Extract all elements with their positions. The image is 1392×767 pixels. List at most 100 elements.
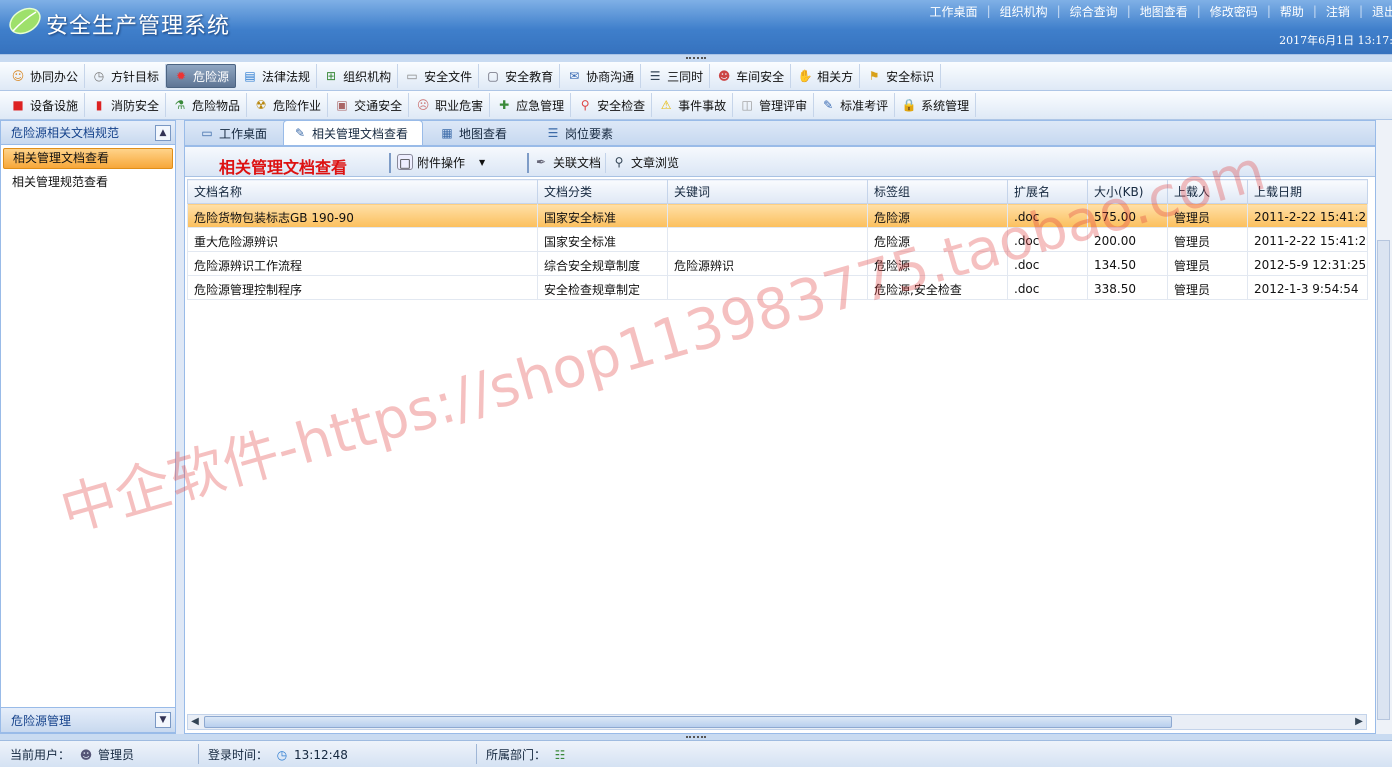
tab-2[interactable]: ▦ 地图查看 bbox=[431, 121, 521, 145]
table-row[interactable]: 重大危险源辨识 国家安全标准 危险源 .doc 200.00 管理员 2011-2-22 1… bbox=[187, 227, 1368, 252]
table-row[interactable]: 危险货物包装标志GB 190-90 国家安全标准 危险源 .doc 575.00 管理员 2… bbox=[187, 203, 1368, 228]
menu-item-menu_row1-2[interactable]: ✹ 危险源 bbox=[166, 64, 237, 88]
link-separator: | bbox=[986, 4, 991, 18]
menu-item-menu_row2-4[interactable]: ▣ 交通安全 bbox=[328, 93, 410, 117]
menu-item-menu_row2-3[interactable]: ☢ 危险作业 bbox=[247, 93, 329, 117]
warning-person-icon: ☢ bbox=[255, 98, 267, 112]
menu-item-menu_row1-5[interactable]: ▭ 安全文件 bbox=[398, 64, 480, 88]
menu-item-label: 相关方 bbox=[817, 69, 854, 84]
menu-item-menu_row2-0[interactable]: ■ 设备设施 bbox=[4, 93, 86, 117]
menu-item-menu_row2-8[interactable]: ⚠ 事件事故 bbox=[652, 93, 734, 117]
menu-item-menu_row1-9[interactable]: ☻ 车间安全 bbox=[710, 64, 792, 88]
vertical-scroll-thumb[interactable] bbox=[1377, 240, 1390, 720]
mail-icon: ✉ bbox=[569, 69, 580, 83]
menu-item-label: 安全标识 bbox=[886, 69, 935, 84]
sidebar-expand-button[interactable]: ▼ bbox=[155, 712, 171, 728]
menu-item-menu_row1-3[interactable]: ▤ 法律法规 bbox=[236, 64, 318, 88]
table-row[interactable]: 危险源管理控制程序 安全检查规章制定 危险源,安全检查 .doc 338.50 管理员 20… bbox=[187, 275, 1368, 300]
column-header[interactable]: 关键词 bbox=[667, 179, 868, 204]
lock-icon: 🔒 bbox=[901, 98, 917, 112]
chevron-down-icon: ▼ bbox=[479, 157, 486, 167]
sidebar-bottom-header[interactable]: 危险源管理 ▼ bbox=[1, 707, 175, 733]
sidebar-collapse-button[interactable]: ▲ bbox=[155, 124, 171, 141]
column-header[interactable]: 上载人 bbox=[1167, 179, 1248, 204]
menu-item-menu_row2-5[interactable]: ☹ 职业危害 bbox=[409, 93, 491, 117]
table-cell: 575.00 bbox=[1087, 203, 1168, 228]
header-splitter[interactable] bbox=[0, 54, 1392, 62]
menu-item-menu_row2-1[interactable]: ▮ 消防安全 bbox=[85, 93, 167, 117]
speech-icon: ▢ bbox=[487, 69, 499, 83]
main-panel: 相关管理文档查看 □ 附件操作 ▼ ✒ 关联文档 ⚲ 文章浏览 文档名称 文档分类… bbox=[184, 146, 1376, 734]
menu-item-menu_row1-11[interactable]: ⚑ 安全标识 bbox=[860, 64, 942, 88]
leaf-logo-icon bbox=[9, 7, 41, 35]
top-link-0[interactable]: 工作桌面 bbox=[930, 3, 978, 20]
menu-item-menu_row1-1[interactable]: ◷ 方针目标 bbox=[85, 64, 167, 88]
horizontal-scroll-thumb[interactable] bbox=[204, 716, 1172, 728]
menu-item-label: 消防安全 bbox=[111, 98, 160, 113]
department-status: 所属部门： ☷ bbox=[486, 746, 572, 763]
menu-item-menu_row2-11[interactable]: 🔒 系统管理 bbox=[895, 93, 977, 117]
menu-item-menu_row2-9[interactable]: ◫ 管理评审 bbox=[733, 93, 815, 117]
page-vertical-scrollbar[interactable] bbox=[1376, 120, 1392, 734]
table-cell: 管理员 bbox=[1167, 251, 1248, 276]
menu-item-menu_row2-2[interactable]: ⚗ 危险物品 bbox=[166, 93, 248, 117]
worker-icon: ☻ bbox=[717, 69, 731, 83]
tab-1[interactable]: ✎ 相关管理文档查看 bbox=[283, 120, 424, 145]
top-link-7[interactable]: 退出 bbox=[1372, 3, 1392, 20]
table-cell: 134.50 bbox=[1087, 251, 1168, 276]
top-link-6[interactable]: 注销 bbox=[1326, 3, 1350, 20]
top-link-3[interactable]: 地图查看 bbox=[1140, 3, 1188, 20]
menu-item-menu_row1-4[interactable]: ⊞ 组织机构 bbox=[317, 64, 399, 88]
menu-item-label: 法律法规 bbox=[262, 69, 311, 84]
table-row[interactable]: 危险源辨识工作流程 综合安全规章制度 危险源辨识 危险源 .doc 134.50 管理员 20… bbox=[187, 251, 1368, 276]
scroll-right-arrow-icon[interactable]: ▶ bbox=[1352, 715, 1366, 729]
related-documents-button[interactable]: ✒ 关联文档 bbox=[533, 152, 601, 172]
flag-icon: ⚑ bbox=[868, 69, 880, 83]
menu-item-menu_row2-7[interactable]: ⚲ 安全检查 bbox=[571, 93, 653, 117]
menu-item-label: 三同时 bbox=[667, 69, 704, 84]
menu-item-menu_row1-8[interactable]: ☰ 三同时 bbox=[641, 64, 711, 88]
column-header[interactable]: 上载日期 bbox=[1247, 179, 1368, 204]
menu-item-label: 危险源 bbox=[193, 69, 230, 84]
current-user-value: 管理员 bbox=[98, 748, 135, 762]
header-datetime: 2017年6月1日 13:17:4 bbox=[1279, 34, 1392, 47]
top-link-1[interactable]: 组织机构 bbox=[1000, 3, 1048, 20]
menu-item-label: 车间安全 bbox=[736, 69, 785, 84]
menu-item-menu_row1-7[interactable]: ✉ 协商沟通 bbox=[560, 64, 642, 88]
menu-item-menu_row1-10[interactable]: ✋ 相关方 bbox=[791, 64, 861, 88]
tab-label: 工作桌面 bbox=[219, 126, 268, 141]
column-header[interactable]: 文档分类 bbox=[537, 179, 668, 204]
tab-3[interactable]: ☰ 岗位要素 bbox=[537, 121, 627, 145]
top-link-4[interactable]: 修改密码 bbox=[1210, 3, 1258, 20]
column-header[interactable]: 标签组 bbox=[867, 179, 1008, 204]
horizontal-scrollbar[interactable]: ◀ ▶ bbox=[187, 714, 1367, 730]
scroll-left-arrow-icon[interactable]: ◀ bbox=[188, 715, 202, 729]
sidebar-splitter[interactable] bbox=[176, 120, 184, 734]
flask-icon: ⚗ bbox=[174, 98, 186, 112]
login-time-label: 登录时间： bbox=[208, 748, 269, 762]
vehicle-icon: ▣ bbox=[336, 98, 348, 112]
menu-item-menu_row2-10[interactable]: ✎ 标准考评 bbox=[814, 93, 896, 117]
splitter-grip[interactable] bbox=[686, 57, 706, 59]
article-browse-button[interactable]: ⚲ 文章浏览 bbox=[611, 152, 679, 172]
menu-item-menu_row2-6[interactable]: ✚ 应急管理 bbox=[490, 93, 572, 117]
column-header[interactable]: 文档名称 bbox=[187, 179, 538, 204]
sidebar-item-1[interactable]: 相关管理规范查看 bbox=[3, 172, 173, 193]
documents-grid: 文档名称 文档分类 关键词 标签组 扩展名 大小(KB) 上载人 上载日期 危险货物包装标志G… bbox=[187, 179, 1368, 300]
tab-0[interactable]: ▭ 工作桌面 bbox=[191, 121, 281, 145]
browse-magnifier-icon: ⚲ bbox=[614, 155, 624, 169]
fire-extinguisher-icon: ▮ bbox=[95, 98, 103, 112]
menu-item-menu_row1-6[interactable]: ▢ 安全教育 bbox=[479, 64, 561, 88]
sidebar-item-0[interactable]: 相关管理文档查看 bbox=[3, 148, 173, 169]
menu-item-menu_row1-0[interactable]: ☺ 协同办公 bbox=[4, 64, 86, 88]
top-link-2[interactable]: 综合查询 bbox=[1070, 3, 1118, 20]
desktop-icon: ▭ bbox=[201, 126, 213, 140]
link-separator: | bbox=[1358, 4, 1363, 18]
table-cell: 2011-2-22 15:41:29 bbox=[1247, 227, 1368, 252]
column-header[interactable]: 大小(KB) bbox=[1087, 179, 1168, 204]
top-link-5[interactable]: 帮助 bbox=[1280, 3, 1304, 20]
table-cell bbox=[667, 227, 868, 252]
splitter-grip[interactable] bbox=[686, 736, 706, 738]
attachment-operation-button[interactable]: □ 附件操作 ▼ bbox=[397, 152, 485, 172]
column-header[interactable]: 扩展名 bbox=[1007, 179, 1088, 204]
